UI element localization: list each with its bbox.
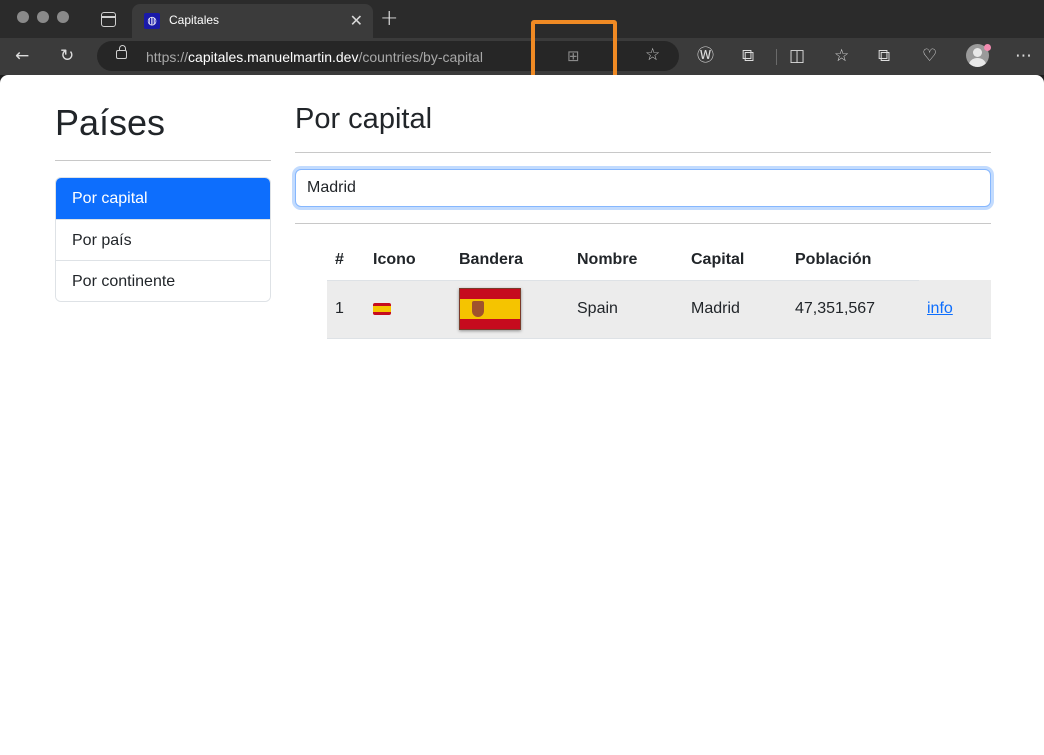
page-viewport: Países Por capital Por país Por continen… [0,75,1044,755]
flag-image [459,288,521,330]
info-link[interactable]: info [927,300,953,317]
column-header-index: # [327,241,365,281]
sidebar-item-por-pais[interactable]: Por país [56,219,270,260]
zoom-window-button[interactable] [57,11,69,23]
search-input[interactable] [295,169,991,207]
column-header-name: Nombre [569,241,683,281]
browser-toolbar: ← ↻ https://capitales.manuelmartin.dev/c… [0,38,1044,75]
cell-flag [451,280,569,339]
cell-capital: Madrid [683,280,787,339]
column-header-actions [919,241,991,280]
cell-actions: info [919,280,991,339]
title-divider [295,152,991,153]
column-header-capital: Capital [683,241,787,281]
column-header-flag: Bandera [451,241,569,281]
notification-dot [984,44,991,51]
browser-tab[interactable]: ◍ Capitales ✕ [132,4,373,38]
column-header-icon: Icono [365,241,451,281]
flag-es-icon [373,302,391,315]
close-tab-icon[interactable]: ✕ [350,11,363,30]
sidebar-nav: Por capital Por país Por continente [55,177,271,302]
sidebar-title: Países [55,102,166,143]
page-title: Por capital [295,103,433,135]
reload-icon[interactable]: ↻ [60,45,74,67]
search-divider [295,223,991,224]
sidebar-item-por-capital[interactable]: Por capital [56,178,270,219]
minimize-window-button[interactable] [37,11,49,23]
tab-actions-icon[interactable] [101,12,116,27]
more-menu-icon[interactable]: ⋯ [1015,45,1032,67]
new-tab-icon[interactable]: + [380,6,398,31]
table-row: 1 Spain Madrid 47,351,567 info [327,280,991,339]
column-header-population: Población [787,241,919,281]
table-header-row: # Icono Bandera Nombre Capital Población [327,241,991,281]
flag-crest [472,301,484,317]
globe-icon: ◍ [144,13,160,29]
cell-name: Spain [569,280,683,339]
browser-essentials-icon[interactable]: ♡ [922,45,937,67]
favorite-star-icon[interactable]: ☆ [645,45,660,65]
sidebar-divider [55,160,271,161]
split-screen-icon[interactable]: ◫ [789,45,805,67]
extensions-puzzle-icon[interactable]: ⧉ [742,45,754,67]
favorites-icon[interactable]: ☆ [834,45,849,67]
tab-title: Capitales [169,13,220,27]
cell-icon [365,280,451,339]
cell-population: 47,351,567 [787,280,919,339]
sidebar-item-por-continente[interactable]: Por continente [56,260,270,301]
lock-icon[interactable] [116,45,127,59]
toolbar-divider [776,49,777,65]
close-window-button[interactable] [17,11,29,23]
w-extension-icon[interactable]: Ⓦ [697,45,714,67]
browser-tab-bar: ◍ Capitales ✕ + [0,0,1044,38]
results-table: # Icono Bandera Nombre Capital Población… [327,241,991,339]
collections-icon[interactable]: ⧉ [878,45,890,67]
back-icon[interactable]: ← [15,45,29,67]
url-text: https://capitales.manuelmartin.dev/count… [146,49,483,65]
cell-index: 1 [327,280,365,339]
